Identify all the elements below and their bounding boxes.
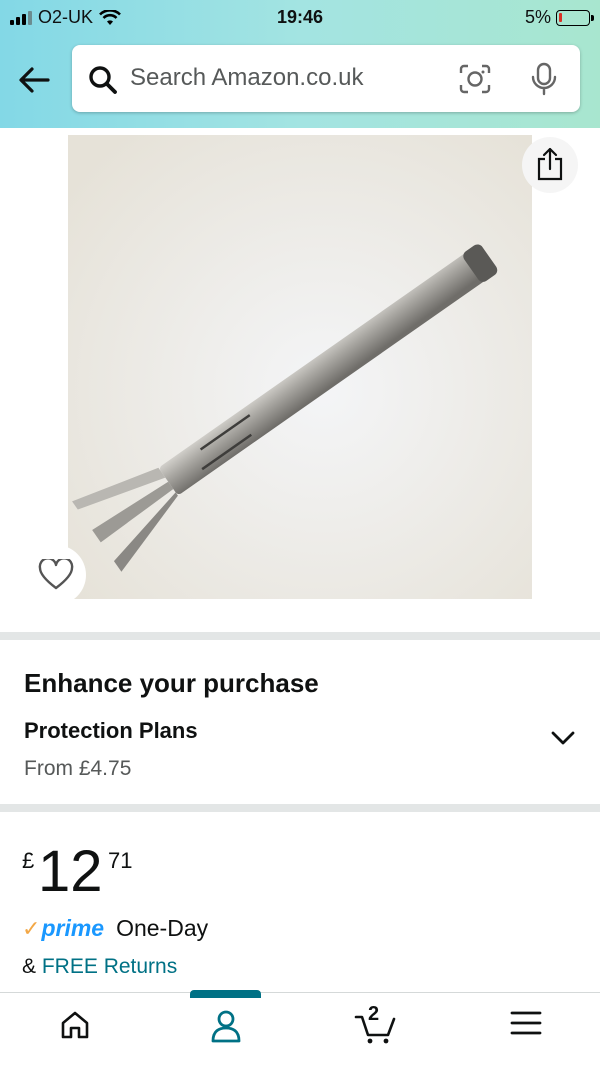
bottom-navigation: 2 xyxy=(0,992,600,1068)
price-currency: £ xyxy=(22,848,35,873)
protection-plans-price: From £4.75 xyxy=(24,757,132,780)
chevron-down-icon xyxy=(551,731,575,745)
section-divider xyxy=(0,632,600,640)
back-arrow-icon xyxy=(19,67,50,93)
camera-lens-icon[interactable] xyxy=(459,64,491,94)
heart-icon xyxy=(38,559,74,590)
clock: 19:46 xyxy=(276,7,324,27)
returns-prefix: & xyxy=(22,955,37,978)
cart-count: 2 xyxy=(368,1003,380,1025)
share-button[interactable] xyxy=(522,137,578,193)
prime-delivery: ✓ prime One-Day xyxy=(22,915,208,942)
prime-check-icon: ✓ xyxy=(22,916,41,941)
protection-plans-title: Protection Plans xyxy=(24,718,198,743)
battery-icon xyxy=(556,9,594,26)
price-whole: 12 xyxy=(38,839,103,904)
microphone-icon[interactable] xyxy=(530,62,558,96)
delivery-speed: One-Day xyxy=(116,915,209,941)
nav-home[interactable] xyxy=(45,1009,105,1053)
prime-label: prime xyxy=(41,915,105,941)
battery-percent: 5% xyxy=(524,7,551,27)
back-button[interactable] xyxy=(16,62,56,102)
protection-plans-row[interactable]: Protection Plans From £4.75 xyxy=(0,712,600,802)
header: O2-UK 19:46 5% xyxy=(0,0,600,128)
nav-menu[interactable] xyxy=(496,1009,556,1053)
enhance-title: Enhance your purchase xyxy=(24,668,319,698)
battery-info: 5% xyxy=(524,7,594,28)
section-divider xyxy=(0,804,600,812)
search-bar[interactable] xyxy=(72,45,580,112)
prime-logo: ✓ prime xyxy=(22,915,104,942)
nav-cart[interactable]: 2 xyxy=(346,1003,406,1053)
menu-icon xyxy=(510,1011,542,1035)
status-bar: O2-UK 19:46 5% xyxy=(0,0,600,34)
nav-account[interactable] xyxy=(196,1009,256,1053)
share-icon xyxy=(537,147,563,181)
product-photo xyxy=(68,135,532,599)
add-to-wishlist-button[interactable] xyxy=(26,545,86,605)
account-icon xyxy=(211,1010,241,1043)
price-fraction: 71 xyxy=(108,848,133,873)
product-image[interactable] xyxy=(68,135,532,599)
returns-info: & FREE Returns xyxy=(22,955,177,979)
free-returns-link[interactable]: FREE Returns xyxy=(42,955,177,978)
search-input[interactable] xyxy=(130,59,430,97)
home-icon xyxy=(61,1011,89,1039)
active-tab-indicator xyxy=(190,990,261,998)
search-icon xyxy=(89,66,117,94)
